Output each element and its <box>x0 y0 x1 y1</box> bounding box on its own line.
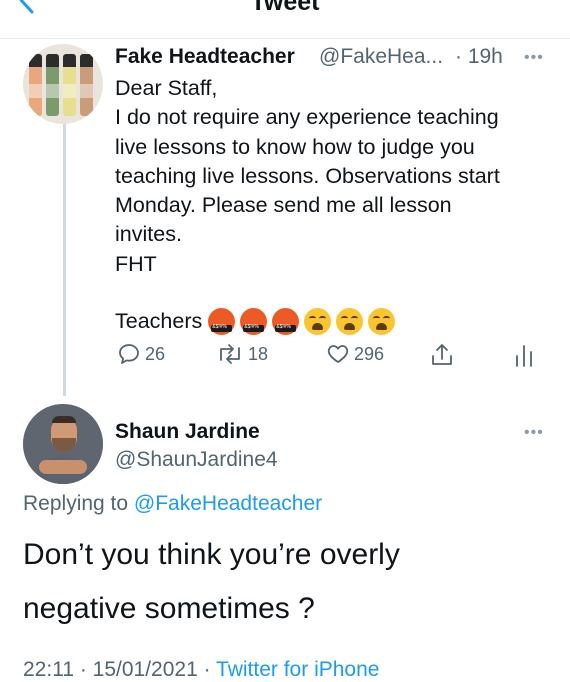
tweet-text: Dear Staff, I do not require any experie… <box>115 74 555 279</box>
share-icon <box>432 344 452 365</box>
more-icon[interactable]: ••• <box>524 49 544 67</box>
timestamp: 22:11 · 15/01/2021 · <box>23 658 217 681</box>
reply-author-handle[interactable]: @ShaunJardine4 <box>115 448 278 472</box>
tweet-time[interactable]: · 19h <box>455 45 503 69</box>
weary-face-icon <box>368 307 396 335</box>
like-button[interactable]: 296 <box>326 342 384 366</box>
more-icon[interactable]: ••• <box>524 424 544 442</box>
page-title: Tweet <box>250 0 320 16</box>
reply-line: Don’t you think you’re overly <box>23 538 400 571</box>
share-button[interactable] <box>429 342 459 368</box>
retweet-icon <box>220 344 240 364</box>
tweet-line: Dear Staff, <box>115 76 218 100</box>
angry-face-icon <box>240 307 268 335</box>
tweet-line: FHT <box>115 251 157 276</box>
reply-line: negative sometimes ? <box>23 592 315 625</box>
weary-face-icon <box>336 307 364 335</box>
emoji-line-label: Teachers <box>115 308 203 333</box>
source-link[interactable]: Twitter for iPhone <box>216 658 379 681</box>
reply-icon <box>119 344 139 364</box>
reply-count: 26 <box>145 343 166 364</box>
tweet-line: teaching live lessons. Observations star… <box>115 163 500 188</box>
tweet-meta: 22:11 · 15/01/2021 · Twitter for iPhone <box>23 658 379 682</box>
tweet-actions: 26 18 296 <box>0 342 570 372</box>
avatar[interactable] <box>23 44 103 124</box>
emoji-line: Teachers <box>115 306 400 336</box>
retweet-button[interactable]: 18 <box>216 342 268 366</box>
angry-face-icon <box>272 307 300 335</box>
nav-bar: Tweet <box>0 0 570 39</box>
avatar[interactable] <box>23 404 103 484</box>
tweet-line: Monday. Please send me all lesson <box>115 193 452 218</box>
weary-face-icon <box>304 307 332 335</box>
replying-to-prefix: Replying to <box>23 492 134 515</box>
heart-icon <box>327 345 349 363</box>
tweet-line: live lessons to know how to judge you <box>115 134 475 159</box>
reply-text: Don’t you think you’re overly negative s… <box>23 528 400 636</box>
analytics-button[interactable] <box>513 342 539 368</box>
tweet-line: invites. <box>115 222 182 247</box>
tweet-line: I do not require any experience teaching <box>115 105 499 130</box>
retweet-count: 18 <box>248 343 269 364</box>
reply-button[interactable]: 26 <box>117 342 165 366</box>
replying-to-link[interactable]: @FakeHeadteacher <box>134 492 322 515</box>
reply-author-name[interactable]: Shaun Jardine <box>115 420 260 444</box>
replying-to: Replying to @FakeHeadteacher <box>23 492 322 516</box>
analytics-icon <box>516 345 532 367</box>
author-handle[interactable]: @FakeHea... <box>319 45 443 69</box>
like-count: 296 <box>354 343 385 364</box>
angry-face-icon <box>208 307 236 335</box>
author-name[interactable]: Fake Headteacher <box>115 45 295 69</box>
